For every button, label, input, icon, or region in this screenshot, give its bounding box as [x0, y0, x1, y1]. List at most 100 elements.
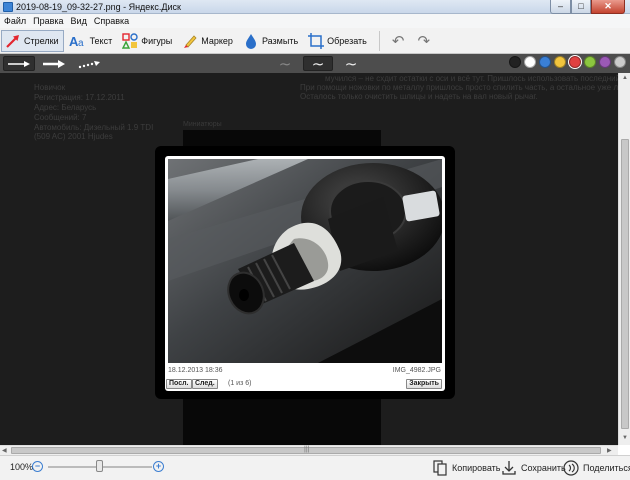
share-icon — [563, 460, 579, 476]
menu-file[interactable]: Файл — [4, 16, 26, 26]
shapes-tool-button[interactable]: Фигуры — [118, 30, 177, 52]
tool-options-bar: ∼ ∼ ∼ — [0, 54, 630, 73]
download-icon — [501, 460, 517, 476]
vertical-scrollbar[interactable]: ▲ ▼ — [618, 73, 630, 445]
share-label: Поделиться — [583, 463, 630, 473]
photo-filename: IMG_4982.JPG — [392, 367, 441, 374]
zoom-slider-handle[interactable] — [96, 460, 103, 472]
line-style-thick[interactable]: ∼ — [336, 55, 366, 73]
menu-view[interactable]: Вид — [71, 16, 87, 26]
status-bar: 100% − + Копировать Сохранить Поделиться — [0, 455, 630, 480]
close-lightbox-button[interactable]: Закрыть — [406, 379, 442, 389]
blur-tool-icon — [243, 33, 259, 49]
toolbar-divider — [378, 30, 380, 51]
menu-edit[interactable]: Правка — [33, 16, 63, 26]
window-controls: – □ ✕ — [550, 0, 625, 14]
maximize-button[interactable]: □ — [571, 0, 591, 14]
photo-counter: (1 из 6) — [228, 380, 252, 387]
blur-tool-label: Размыть — [261, 35, 299, 46]
color-swatch[interactable] — [524, 56, 536, 68]
bg-body-line: Осталось только очистить шлицы и надеть … — [300, 92, 538, 101]
marker-tool-button[interactable]: Маркер — [178, 30, 238, 52]
redo-button[interactable]: ↷ — [411, 30, 436, 52]
color-swatch[interactable] — [569, 56, 581, 68]
menu-bar: Файл Правка Вид Справка — [0, 14, 630, 28]
arrows-tool-button[interactable]: Стрелки — [1, 29, 64, 52]
color-swatch[interactable] — [539, 56, 551, 68]
save-label: Сохранить — [521, 463, 566, 473]
thin-wave-icon: ∼ — [278, 55, 292, 73]
lightbox-photo — [168, 159, 442, 363]
line-style-medium[interactable]: ∼ — [303, 56, 333, 73]
line-style-thin[interactable]: ∼ — [270, 55, 300, 73]
app-icon — [3, 1, 13, 12]
crop-tool-button[interactable]: Обрезать — [304, 30, 372, 52]
menu-help[interactable]: Справка — [94, 16, 129, 26]
arrow-tool-icon — [5, 33, 21, 49]
image-canvas[interactable]: мучился – не схдит остатки с оси и всё т… — [0, 73, 618, 445]
bg-body-line: мучился – не схдит остатки с оси и всё т… — [325, 74, 618, 83]
svg-text:a: a — [78, 38, 84, 49]
text-tool-button[interactable]: Aa Текст — [65, 30, 118, 52]
zoom-level: 100% — [10, 462, 34, 472]
scroll-right-arrow-icon[interactable]: ▶ — [607, 447, 612, 454]
bg-profile-line: Новичок — [34, 83, 66, 92]
shapes-tool-label: Фигуры — [141, 35, 173, 46]
share-button[interactable]: Поделиться — [563, 460, 630, 476]
scroll-grip-icon: ||| — [304, 446, 310, 453]
close-button[interactable]: ✕ — [591, 0, 625, 14]
bg-profile-line: Сообщений: 7 — [34, 113, 87, 122]
arrow-style-thin[interactable] — [3, 56, 35, 71]
editor-toolbar: Стрелки Aa Текст Фигуры Маркер Размыть О… — [0, 28, 630, 54]
next-photo-button[interactable]: След. — [192, 379, 218, 389]
copy-label: Копировать — [452, 463, 501, 473]
copy-button[interactable]: Копировать — [432, 460, 500, 476]
bg-profile-line: Регистрация: 17.12.2011 — [34, 93, 125, 102]
copy-icon — [432, 460, 448, 476]
crop-tool-icon — [308, 32, 325, 49]
text-tool-label: Текст — [89, 35, 113, 46]
window-title: 2019-08-19_09-32-27.png - Яндекс.Диск — [16, 1, 181, 12]
thick-arrow-icon — [43, 59, 65, 68]
horizontal-scrollbar[interactable]: ◀ ||| ▶ — [0, 445, 618, 455]
thin-arrow-icon — [8, 60, 30, 67]
undo-button[interactable]: ↶ — [386, 30, 411, 52]
scroll-down-arrow-icon[interactable]: ▼ — [622, 435, 628, 441]
color-swatch[interactable] — [509, 56, 521, 68]
save-button[interactable]: Сохранить — [501, 460, 566, 476]
thick-wave-icon: ∼ — [344, 55, 358, 73]
prev-photo-button[interactable]: Посл. — [166, 379, 192, 389]
line-style-group: ∼ ∼ ∼ — [270, 55, 369, 73]
title-bar: 2019-08-19_09-32-27.png - Яндекс.Диск – … — [0, 0, 630, 14]
arrow-style-thick[interactable] — [38, 56, 70, 71]
shapes-tool-icon — [122, 32, 138, 49]
blur-tool-button[interactable]: Размыть — [239, 30, 303, 52]
text-tool-icon: Aa — [69, 33, 87, 49]
zoom-in-button[interactable]: + — [153, 461, 164, 472]
crop-tool-label: Обрезать — [327, 35, 367, 46]
scroll-left-arrow-icon[interactable]: ◀ — [2, 447, 7, 454]
lightbox-modal: 18.12.2013 18:36 IMG_4982.JPG Посл. След… — [155, 146, 455, 399]
bg-thumbnails-label: Миниатюры — [183, 121, 222, 128]
zoom-out-button[interactable]: − — [32, 461, 43, 472]
minimize-button[interactable]: – — [550, 0, 571, 14]
color-palette — [506, 56, 626, 68]
bg-profile-line: (509 AC) 2001 Hjudes — [34, 132, 113, 141]
bg-profile-line: Автомобиль: Дизельный 1.9 TDI — [34, 123, 154, 132]
bg-body-line: При помощи ножовки по металлу пришлось п… — [300, 83, 618, 92]
marker-tool-label: Маркер — [201, 35, 233, 46]
arrows-tool-label: Стрелки — [24, 35, 59, 46]
horizontal-scroll-thumb[interactable]: ||| — [11, 446, 601, 454]
color-swatch[interactable] — [599, 56, 611, 68]
color-swatch[interactable] — [614, 56, 626, 68]
vertical-scroll-thumb[interactable] — [621, 139, 629, 429]
scroll-up-arrow-icon[interactable]: ▲ — [622, 75, 628, 81]
marker-tool-icon — [182, 33, 198, 49]
color-swatch[interactable] — [554, 56, 566, 68]
arrow-style-dotted[interactable] — [73, 56, 105, 71]
lightbox-content: 18.12.2013 18:36 IMG_4982.JPG Посл. След… — [165, 156, 445, 391]
dotted-arrow-icon — [78, 60, 100, 68]
undo-icon: ↶ — [391, 32, 405, 50]
bg-profile-line: Адрес: Беларусь — [34, 103, 97, 112]
color-swatch[interactable] — [584, 56, 596, 68]
